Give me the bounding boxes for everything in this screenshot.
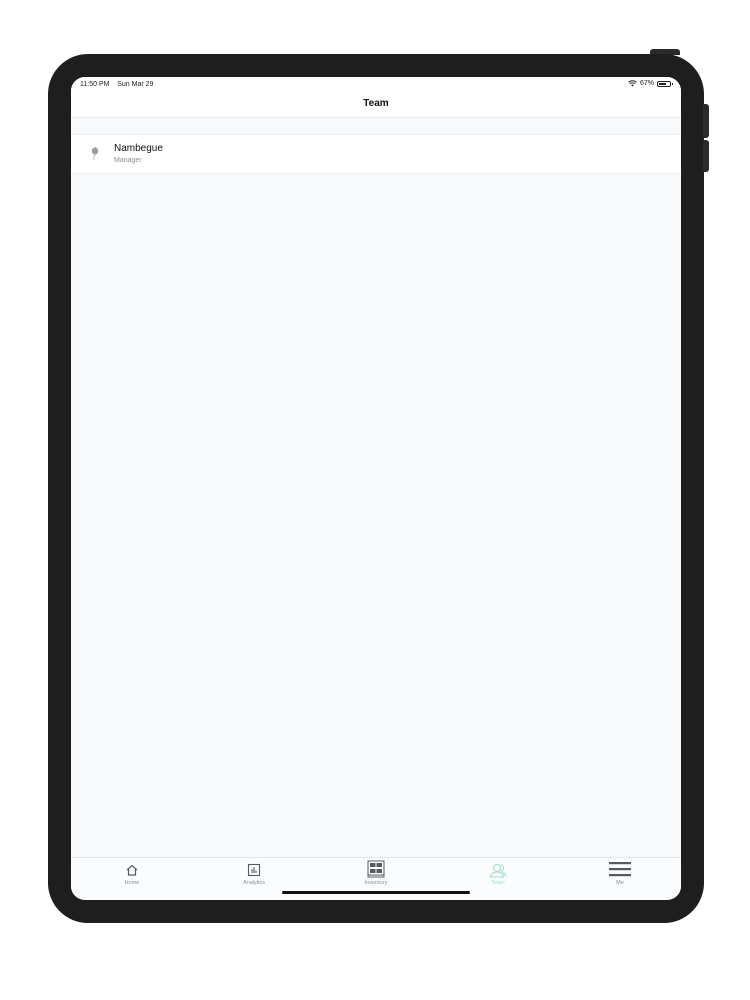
battery-icon (657, 80, 673, 87)
volume-down-button (703, 140, 709, 172)
status-time-date: 11:50 PM Sun Mar 29 (80, 81, 153, 88)
tab-home[interactable]: Home (71, 858, 193, 900)
member-name: Nambegue (114, 143, 163, 154)
home-icon (126, 864, 138, 876)
tab-label: Team (491, 880, 505, 886)
tab-label: Me (616, 880, 624, 886)
status-indicators: 67% (628, 80, 673, 87)
analytics-icon (247, 863, 261, 877)
home-indicator[interactable] (282, 891, 470, 894)
tab-label: Home (124, 880, 140, 886)
avatar-icon (91, 147, 99, 160)
member-role: Manager (114, 157, 142, 164)
screen: 11:50 PM Sun Mar 29 67% Team Nambegue Ma… (71, 77, 681, 900)
menu-icon (609, 862, 631, 877)
tab-label: Inventory (364, 880, 388, 886)
inventory-icon (367, 860, 385, 878)
list-item[interactable]: Nambegue Manager (71, 134, 681, 174)
tab-me[interactable]: Me (559, 858, 681, 900)
volume-up-button (703, 104, 709, 138)
page-title: Team (363, 98, 389, 109)
status-bar: 11:50 PM Sun Mar 29 67% (71, 77, 681, 93)
battery-percent: 67% (639, 80, 654, 87)
status-date: Sun Mar 29 (117, 81, 154, 88)
team-icon (489, 863, 507, 878)
tab-label: Analytics (242, 880, 265, 886)
battery-fill (659, 82, 666, 85)
status-time: 11:50 PM (80, 81, 110, 88)
navigation-bar: Team (71, 93, 681, 118)
wifi-icon (628, 80, 637, 87)
